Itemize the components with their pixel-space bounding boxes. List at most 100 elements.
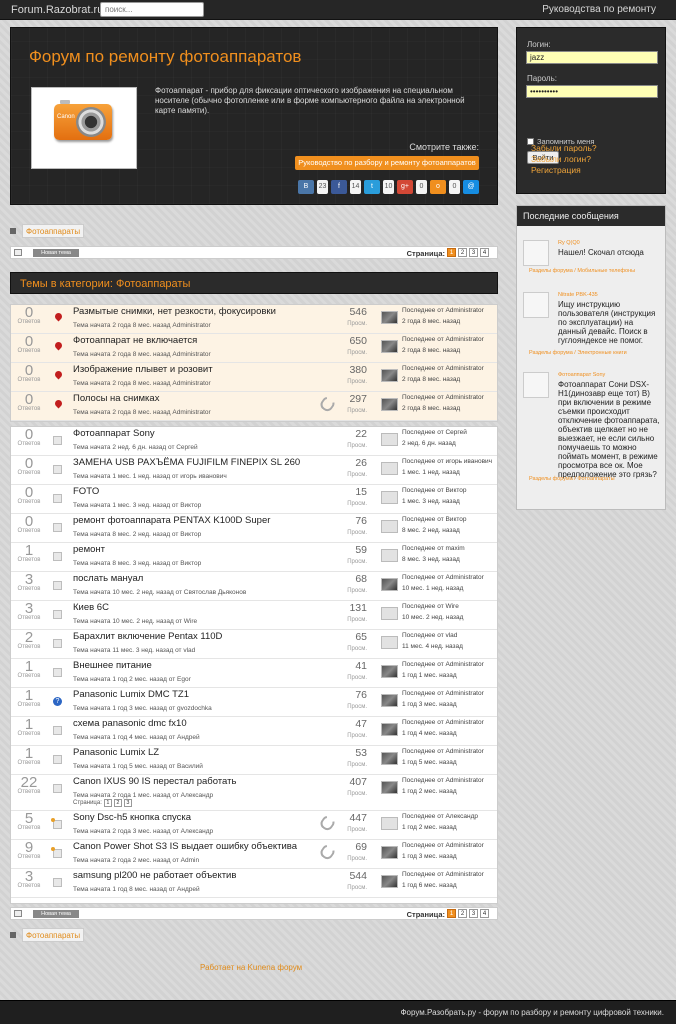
collapse-icon[interactable]	[14, 910, 22, 917]
last-post-author[interactable]: Последнее от Administrator	[402, 661, 484, 668]
page-link-4[interactable]: 4	[480, 909, 489, 918]
login-field[interactable]: jazz	[526, 51, 658, 64]
vk-icon[interactable]: B	[298, 180, 314, 194]
avatar[interactable]	[381, 636, 398, 649]
avatar[interactable]	[381, 491, 398, 504]
last-post-author[interactable]: Последнее от Administrator	[402, 365, 484, 372]
topic-title[interactable]: Киев 6С	[73, 602, 109, 613]
topic-title[interactable]: ЗАМЕНА USB РАХЪЁМА FUJIFILM FINEPIX SL 2…	[73, 457, 300, 468]
last-post-date[interactable]: 11 мес. 4 нед. назад	[402, 643, 463, 650]
recent-post-text[interactable]: Нашел! Скочал отсюда	[558, 248, 662, 257]
recent-post-author[interactable]: Nitrate PBK-435	[558, 292, 598, 298]
avatar[interactable]	[381, 549, 398, 562]
collapse-icon[interactable]	[14, 249, 22, 256]
avatar[interactable]	[381, 723, 398, 736]
topic-title[interactable]: Canon IXUS 90 IS перестал работать	[73, 776, 236, 787]
avatar[interactable]	[381, 578, 398, 591]
last-post-author[interactable]: Последнее от Administrator	[402, 777, 484, 784]
new-topic-button[interactable]: Новая тема	[33, 910, 79, 918]
last-post-date[interactable]: 1 год 3 мес. назад	[402, 701, 457, 708]
powered-by-link[interactable]: Работает на Kunena форум	[200, 963, 302, 972]
last-post-date[interactable]: 10 мес. 2 нед. назад	[402, 614, 463, 621]
avatar[interactable]	[381, 433, 398, 446]
twitter-icon[interactable]: t	[364, 180, 380, 194]
topic-row[interactable]: 0 Ответов Изображение плывет и розовит Тема…	[11, 363, 497, 392]
facebook-icon[interactable]: f	[331, 180, 347, 194]
topic-title[interactable]: Фотоаппарат не включается	[73, 335, 197, 346]
last-post-author[interactable]: Последнее от Administrator	[402, 394, 484, 401]
last-post-date[interactable]: 8 мес. 2 нед. назад	[402, 527, 460, 534]
odnoklassniki-icon[interactable]: o	[430, 180, 446, 194]
topic-title[interactable]: Panasonic Lumix DMC TZ1	[73, 689, 189, 700]
page-link-3[interactable]: 3	[123, 799, 132, 807]
page-link-2[interactable]: 2	[113, 799, 122, 807]
topic-row[interactable]: 1 Ответов схема panasonic dmc fx10 Тема нач…	[11, 717, 497, 746]
google-plus-icon[interactable]: g+	[397, 180, 413, 194]
topic-row[interactable]: 3 Ответов samsung pl200 не работает объект…	[11, 869, 497, 898]
recent-post-text[interactable]: Фотоаппарат Сони DSX-H1(динозавр еще тот…	[558, 380, 662, 479]
avatar[interactable]	[381, 340, 398, 353]
recent-post-author[interactable]: Фотоаппарат Sony	[558, 372, 605, 378]
last-post-date[interactable]: 2 нед. 6 дн. назад	[402, 440, 456, 447]
topic-row[interactable]: 22 Ответов Canon IXUS 90 IS перестал работ…	[11, 775, 497, 811]
avatar[interactable]	[381, 607, 398, 620]
topic-title[interactable]: Фотоаппарат Sony	[73, 428, 155, 439]
recent-post-item[interactable]: Фотоаппарат Sony Фотоаппарат Сони DSX-H1…	[523, 372, 663, 492]
topic-title[interactable]: схема panasonic dmc fx10	[73, 718, 187, 729]
topic-title[interactable]: Sony Dsc-h5 кнопка спуска	[73, 812, 191, 823]
last-post-author[interactable]: Последнее от Administrator	[402, 336, 484, 343]
last-post-date[interactable]: 1 год 2 мес. назад	[402, 788, 457, 795]
last-post-author[interactable]: Последнее от maxim	[402, 545, 465, 552]
recent-post-category[interactable]: Разделы форума / Фотоаппараты	[529, 476, 615, 482]
topic-row[interactable]: 1 Ответов Внешнее питание Тема начата 1 год…	[11, 659, 497, 688]
topic-row[interactable]: 0 Ответов ремонт фотоаппарата PENTAX K100D…	[11, 514, 497, 543]
avatar[interactable]	[381, 875, 398, 888]
last-post-author[interactable]: Последнее от Administrator	[402, 690, 484, 697]
repair-guide-button[interactable]: Руководство по разбору и ремонту фотоапп…	[295, 156, 479, 170]
page-link-2[interactable]: 2	[458, 909, 467, 918]
last-post-date[interactable]: 1 мес. 3 нед. назад	[402, 498, 460, 505]
last-post-author[interactable]: Последнее от Александр	[402, 813, 478, 820]
page-link-1[interactable]: 1	[447, 909, 456, 918]
topic-row[interactable]: 0 Ответов Размытые снимки, нет резкости, ф…	[11, 305, 497, 334]
site-logo[interactable]: Forum.Razobrat.ru	[11, 4, 103, 16]
recent-post-category[interactable]: Разделы форума / Мобильные телефоны	[529, 268, 635, 274]
avatar[interactable]	[381, 846, 398, 859]
last-post-author[interactable]: Последнее от Administrator	[402, 719, 484, 726]
avatar[interactable]	[381, 817, 398, 830]
last-post-author[interactable]: Последнее от vlad	[402, 632, 457, 639]
topic-title[interactable]: FOTO	[73, 486, 99, 497]
topic-row[interactable]: 1 Ответов? Panasonic Lumix DMC TZ1 Тема нач…	[11, 688, 497, 717]
breadcrumb-category-link[interactable]: Фотоаппараты	[22, 928, 85, 942]
recent-post-text[interactable]: Ищу инструкцию пользователя (инструкция …	[558, 300, 662, 345]
last-post-date[interactable]: 1 год 2 мес. назад	[402, 824, 457, 831]
topic-title[interactable]: samsung pl200 не работает объектив	[73, 870, 236, 881]
topic-title[interactable]: Внешнее питание	[73, 660, 152, 671]
new-topic-button[interactable]: Новая тема	[33, 249, 79, 257]
topic-row[interactable]: 0 Ответов Фотоаппарат Sony Тема начата 2 не…	[11, 427, 497, 456]
last-post-date[interactable]: 1 год 4 мес. назад	[402, 730, 457, 737]
page-link-3[interactable]: 3	[469, 248, 478, 257]
last-post-author[interactable]: Последнее от Виктор	[402, 516, 467, 523]
forgot-login-link[interactable]: Забыли логин?	[531, 154, 591, 164]
topic-title[interactable]: Размытые снимки, нет резкости, фокусиров…	[73, 306, 276, 317]
topic-title[interactable]: ремонт фотоаппарата PENTAX K100D Super	[73, 515, 270, 526]
topic-title[interactable]: Полосы на снимках	[73, 393, 159, 404]
mailru-icon[interactable]: @	[463, 180, 479, 194]
avatar[interactable]	[381, 752, 398, 765]
recent-post-item[interactable]: Nitrate PBK-435 Ищу инструкцию пользоват…	[523, 292, 663, 372]
last-post-date[interactable]: 1 год 3 мес. назад	[402, 853, 457, 860]
last-post-date[interactable]: 2 года 8 мес. назад	[402, 376, 460, 383]
register-link[interactable]: Регистрация	[531, 165, 581, 175]
avatar[interactable]	[381, 665, 398, 678]
last-post-date[interactable]: 1 мес. 1 нед. назад	[402, 469, 460, 476]
recent-post-author[interactable]: Ry Q(Q0	[558, 240, 580, 246]
avatar[interactable]	[381, 462, 398, 475]
repair-guides-link[interactable]: Руководства по ремонту	[542, 4, 656, 15]
page-link-2[interactable]: 2	[458, 248, 467, 257]
last-post-date[interactable]: 10 мес. 1 нед. назад	[402, 585, 463, 592]
topic-title[interactable]: Барахлит включение Pentax 110D	[73, 631, 222, 642]
page-link-3[interactable]: 3	[469, 909, 478, 918]
last-post-date[interactable]: 8 мес. 3 нед. назад	[402, 556, 460, 563]
topic-row[interactable]: 0 Ответов ЗАМЕНА USB РАХЪЁМА FUJIFILM FINE…	[11, 456, 497, 485]
